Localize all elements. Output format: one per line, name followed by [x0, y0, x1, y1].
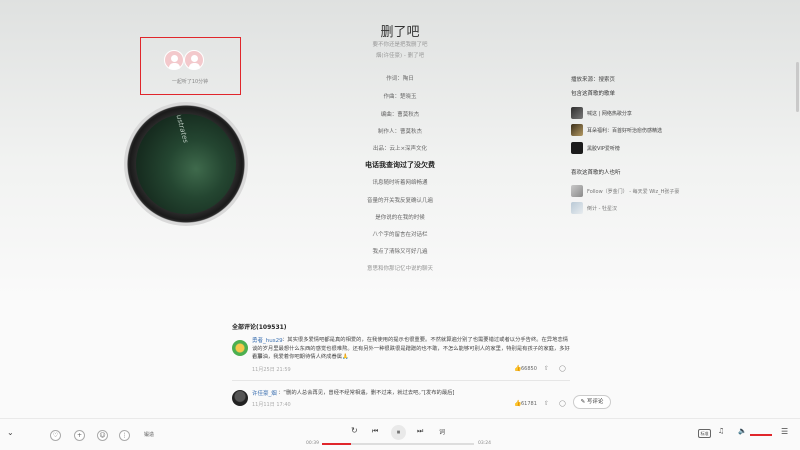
comment-time: 11月11日 17:40	[252, 402, 291, 408]
comment-text: ，加油，我爱着你吧期待情人终成眷属🙏	[252, 354, 349, 360]
playlist-item[interactable]: 黑胶VIP爱听榜	[571, 142, 731, 156]
chevron-down-icon[interactable]: ⌄	[7, 428, 14, 437]
quality-badge[interactable]: 标准	[698, 429, 711, 438]
comment-user[interactable]: 许佳豪_烟	[252, 389, 277, 397]
play-source[interactable]: 播放来源：搜索页	[571, 75, 615, 83]
lyric-line: 意思和你那记忆中说的聊天	[366, 266, 433, 272]
liker-avatar	[571, 185, 583, 197]
song-artist[interactable]: 烟(许佳豪) - 删了吧	[300, 51, 500, 59]
previous-icon[interactable]: ⏮	[372, 427, 378, 436]
comments-title: 全部评论(109531)	[232, 324, 287, 331]
share-icon[interactable]: ⇧	[544, 400, 549, 407]
progress-fill	[322, 443, 351, 445]
lyric-line: 讯息随时听着网络畅通	[372, 180, 428, 186]
total-time: 03:24	[478, 441, 491, 446]
write-comment-button[interactable]: ✎ 写评论	[573, 395, 611, 409]
playlist-cover-icon	[571, 107, 583, 119]
comment-user[interactable]: 勇者_hus29	[252, 336, 283, 344]
lyric-line: 编曲：曹莫秋杰	[380, 112, 420, 118]
write-comment-label: 写评论	[586, 399, 604, 405]
comment-avatar[interactable]	[232, 340, 248, 356]
lyric-line: 制作人：曹莫秋杰	[377, 129, 422, 135]
like-heart-icon[interactable]: ♡	[50, 430, 61, 441]
lyric-toggle-button[interactable]: 词	[439, 427, 445, 436]
listener-avatar[interactable]	[184, 50, 204, 70]
sound-effect-icon[interactable]: ♫	[718, 427, 724, 435]
listener-avatar[interactable]	[164, 50, 184, 70]
lyric-line: 是你说的在我的时候	[375, 215, 425, 221]
comment-text: ：其实很多爱情吧都是真的相爱的，在我使用的提示也很重要。不然就算遍分别了也需要错…	[282, 337, 569, 343]
cover-art-text: Illustrates	[172, 114, 190, 144]
lyric-line: 八个字的留言在对话栏	[372, 232, 428, 238]
comment-likes: 61781	[521, 401, 537, 407]
liker-song: Follow（罗金门） - 每天爱 Wiz_H张子豪	[587, 189, 680, 195]
liker-item[interactable]: Follow（罗金门） - 每天爱 Wiz_H张子豪	[571, 185, 731, 199]
lyric-line: 出品：云上×深声文化	[372, 146, 428, 152]
playlists-heading: 包含这首歌的歌单	[571, 91, 616, 97]
playlist-cover-icon	[571, 124, 583, 136]
lyric-line: 我点了清除又可好几遍	[372, 249, 428, 255]
current-time: 00:39	[306, 441, 319, 446]
playlist-item[interactable]: 耳朵福利：百首好听治愈伤感精选	[571, 124, 731, 138]
reply-icon[interactable]: ◯	[559, 365, 566, 372]
volume-icon[interactable]: 🔈	[738, 427, 747, 435]
playlist-name: 耳朵福利：百首好听治愈伤感精选	[587, 128, 663, 134]
comment-text: ：“删的人总会再见，曾经不经常相遇，删不过来，就过去吧。”[发布的最后]	[278, 390, 455, 396]
reply-icon[interactable]: ◯	[559, 400, 566, 407]
playlist-name: 黑胶VIP爱听榜	[587, 146, 620, 152]
lyric-line: 作词：陶日	[386, 76, 414, 82]
song-subtitle: 要不你还是把我删了吧	[372, 42, 428, 48]
playlist-queue-icon[interactable]: ☰	[781, 427, 788, 436]
more-icon[interactable]: ⋮	[119, 430, 130, 441]
comment-icon[interactable]: ☺	[97, 430, 108, 441]
lyric-line: 作曲：楚晓玉	[383, 94, 417, 100]
liker-song: 倒计 - 牡星汉	[587, 206, 617, 212]
playlist-item[interactable]: 喊这 | 网络热歌分享	[571, 107, 731, 121]
liker-avatar	[571, 202, 583, 214]
playlist-name: 喊这 | 网络热歌分享	[587, 111, 632, 117]
comment-likes: 66850	[521, 366, 537, 372]
album-cover: Illustrates	[136, 114, 236, 214]
likers-heading: 喜欢这首歌的人也听	[571, 170, 621, 176]
comment-divider	[232, 380, 570, 381]
listen-time-text: 一起听了10分钟	[171, 79, 209, 85]
liker-item[interactable]: 倒计 - 牡星汉	[571, 202, 731, 216]
volume-slider[interactable]	[750, 434, 772, 436]
repeat-icon[interactable]: ↻	[351, 426, 358, 435]
playlist-cover-icon	[571, 142, 583, 154]
next-icon[interactable]: ⏭	[417, 427, 423, 436]
lyric-line: 音量的开关我反复确认几遍	[366, 198, 433, 204]
scrollbar-thumb[interactable]	[796, 62, 799, 112]
add-to-playlist-icon[interactable]: +	[74, 430, 85, 441]
comment-avatar[interactable]	[232, 390, 248, 406]
pause-button[interactable]: ⏸	[391, 425, 406, 440]
song-title: 删了吧	[380, 25, 420, 40]
buzz-button[interactable]: 锻造	[141, 429, 157, 442]
comment-time: 11月25日 21:59	[252, 367, 291, 373]
share-icon[interactable]: ⇧	[544, 365, 549, 372]
lyric-current-line: 电话我查询过了没欠费	[365, 161, 435, 169]
